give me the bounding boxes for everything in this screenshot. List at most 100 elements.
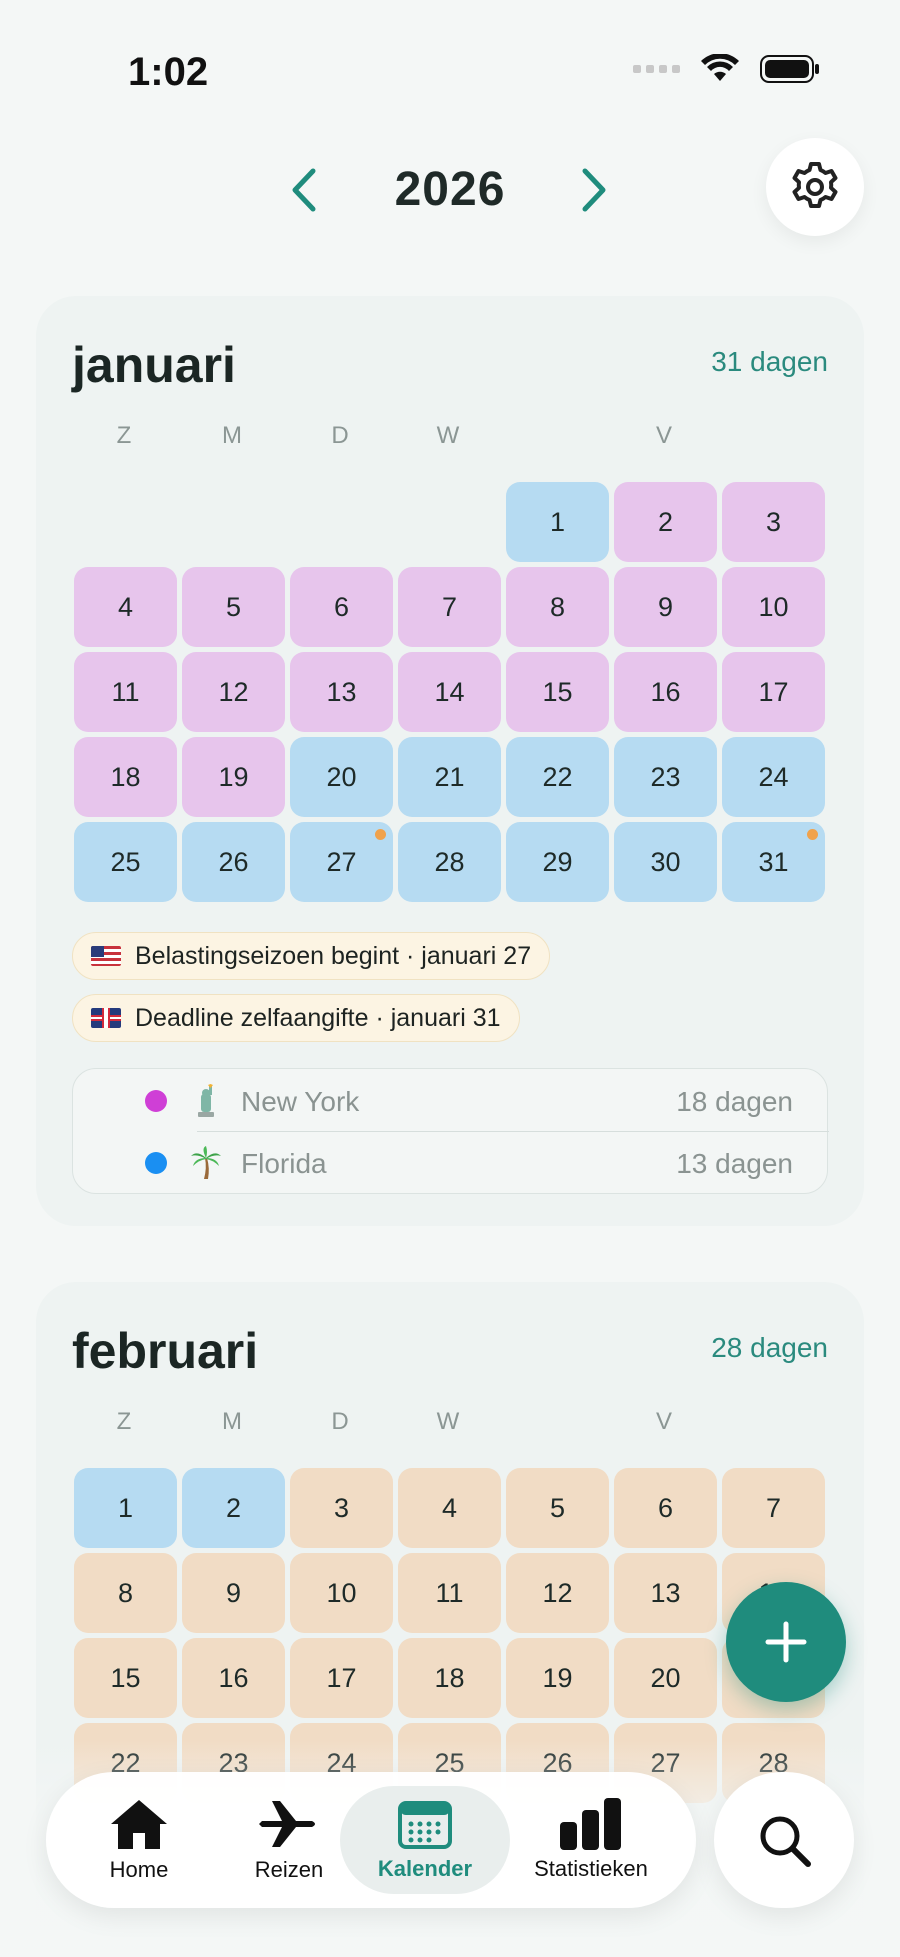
trip-row-new-york[interactable]: New York 18 dagen	[73, 1070, 829, 1132]
event-label: Belastingseizoen begint · januari 27	[135, 941, 532, 970]
calendar-day[interactable]: 3	[722, 482, 825, 562]
event-chip[interactable]: Belastingseizoen begint · januari 27	[72, 932, 551, 980]
weekday-label: W	[436, 422, 460, 449]
calendar-day[interactable]: 4	[74, 567, 177, 647]
plus-icon	[765, 1621, 807, 1663]
chevron-left-icon	[292, 168, 316, 212]
calendar-day-with-event[interactable]: 31	[722, 822, 825, 902]
event-dot	[375, 829, 386, 840]
calendar-day[interactable]: 14	[398, 652, 501, 732]
calendar-day[interactable]: 26	[182, 822, 285, 902]
calendar-day[interactable]: 25	[74, 822, 177, 902]
month-day-count: 31 dagen	[711, 346, 828, 377]
gear-icon	[792, 162, 838, 208]
month-day-count: 28 dagen	[711, 1332, 828, 1363]
wifi-icon	[700, 54, 740, 84]
uk-flag-icon	[91, 1008, 121, 1028]
calendar-day[interactable]: 8	[506, 567, 609, 647]
event-chip[interactable]: Deadline zelfaangifte · januari 31	[72, 994, 520, 1042]
status-icons	[633, 54, 820, 84]
calendar-day[interactable]: 22	[506, 737, 609, 817]
chevron-right-icon	[582, 168, 606, 212]
calendar-day[interactable]: 13	[290, 652, 393, 732]
calendar-day[interactable]: 6	[290, 567, 393, 647]
calendar-day[interactable]: 10	[290, 1553, 393, 1633]
calendar-day[interactable]: 4	[398, 1468, 501, 1548]
trip-row-florida[interactable]: Florida 13 dagen	[73, 1132, 829, 1194]
calendar-day[interactable]: 9	[614, 567, 717, 647]
calendar-day[interactable]: 1	[506, 482, 609, 562]
weekday-label: D	[331, 1408, 349, 1435]
month-title: februari	[72, 1323, 259, 1379]
calendar-day[interactable]: 15	[506, 652, 609, 732]
trip-day-count: 13 dagen	[676, 1148, 793, 1179]
settings-button[interactable]	[766, 138, 864, 236]
calendar-day[interactable]: 24	[722, 737, 825, 817]
calendar-day[interactable]: 9	[182, 1553, 285, 1633]
calendar-day[interactable]: 15	[74, 1638, 177, 1718]
tab-statistieken[interactable]: Statistieken	[516, 1786, 666, 1894]
calendar-day[interactable]: 18	[398, 1638, 501, 1718]
calendar-day-with-event[interactable]: 27	[290, 822, 393, 902]
calendar-day[interactable]: 28	[398, 822, 501, 902]
calendar-day[interactable]: 17	[722, 652, 825, 732]
calendar-day[interactable]: 5	[506, 1468, 609, 1548]
calendar-day[interactable]: 1	[74, 1468, 177, 1548]
calendar-day[interactable]: 5	[182, 567, 285, 647]
previous-year-button[interactable]	[276, 162, 332, 218]
calendar-day[interactable]: 20	[614, 1638, 717, 1718]
airplane-icon	[259, 1801, 315, 1847]
trip-color-dot	[145, 1090, 167, 1112]
calendar-day[interactable]: 30	[614, 822, 717, 902]
year-navigation: 2026	[0, 150, 900, 230]
calendar-day[interactable]: 13	[614, 1553, 717, 1633]
calendar-day[interactable]: 19	[182, 737, 285, 817]
calendar-day[interactable]: 7	[722, 1468, 825, 1548]
calendar-day[interactable]: 3	[290, 1468, 393, 1548]
statue-of-liberty-icon	[198, 1084, 214, 1117]
event-dot	[807, 829, 818, 840]
day-number: 31	[758, 846, 789, 877]
calendar-day[interactable]: 18	[74, 737, 177, 817]
calendar-day[interactable]: 12	[506, 1553, 609, 1633]
calendar-day[interactable]: 29	[506, 822, 609, 902]
calendar-day[interactable]: 8	[74, 1553, 177, 1633]
calendar-day[interactable]: 7	[398, 567, 501, 647]
month-title: januari	[72, 337, 236, 393]
year-title: 2026	[394, 163, 506, 216]
tab-label: Reizen	[254, 1857, 324, 1882]
calendar-day[interactable]: 16	[614, 652, 717, 732]
calendar-day[interactable]: 2	[182, 1468, 285, 1548]
weekday-label: Z	[116, 422, 132, 449]
trip-summary-list: New York 18 dagen Florida 13 dagen	[72, 1068, 829, 1194]
calendar-day[interactable]: 17	[290, 1638, 393, 1718]
status-time: 1:02	[128, 50, 209, 94]
weekday-label: D	[331, 422, 349, 449]
add-trip-button[interactable]	[726, 1582, 846, 1702]
trip-name: New York	[241, 1086, 360, 1117]
calendar-day[interactable]: 6	[614, 1468, 717, 1548]
calendar-day[interactable]: 16	[182, 1638, 285, 1718]
calendar-day[interactable]: 19	[506, 1638, 609, 1718]
next-year-button[interactable]	[566, 162, 622, 218]
status-bar: 1:02	[0, 0, 900, 150]
month-card-january: januari 31 dagen Z M D W V 1 2 3 4 5 6 7…	[36, 296, 864, 1226]
weekday-label: M	[222, 422, 242, 449]
tab-home[interactable]: Home	[64, 1786, 214, 1894]
calendar-day[interactable]: 10	[722, 567, 825, 647]
tab-label: Home	[109, 1857, 169, 1882]
palm-tree-icon	[191, 1146, 221, 1179]
calendar-day[interactable]: 2	[614, 482, 717, 562]
tab-label: Kalender	[377, 1856, 473, 1881]
weekday-label: V	[655, 422, 672, 449]
event-label: Deadline zelfaangifte · januari 31	[135, 1003, 501, 1032]
calendar-day[interactable]: 21	[398, 737, 501, 817]
calendar-day[interactable]: 11	[398, 1553, 501, 1633]
calendar-day[interactable]: 23	[614, 737, 717, 817]
search-button[interactable]	[714, 1772, 854, 1908]
day-number: 27	[326, 846, 357, 877]
calendar-day[interactable]: 11	[74, 652, 177, 732]
calendar-day[interactable]: 20	[290, 737, 393, 817]
calendar-day[interactable]: 12	[182, 652, 285, 732]
tab-kalender[interactable]: Kalender	[340, 1786, 510, 1894]
